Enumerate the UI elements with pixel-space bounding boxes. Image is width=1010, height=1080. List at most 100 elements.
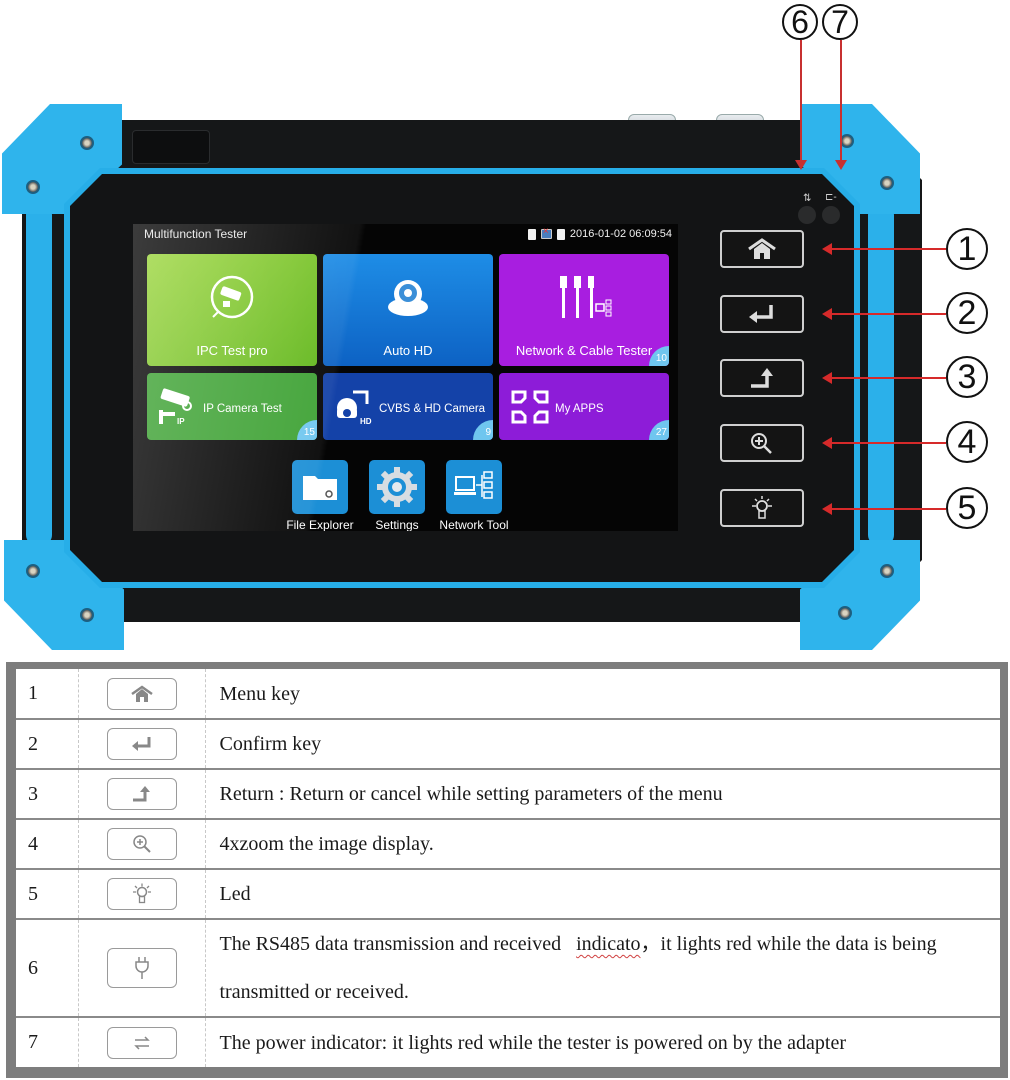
sd-card-icon	[527, 228, 536, 240]
callout-arrow	[822, 243, 946, 255]
rs485-indicator-label: ⇅	[803, 193, 812, 204]
ptz-camera-icon: HD	[337, 390, 372, 426]
table-row: 5 Led	[16, 869, 1000, 920]
callout-5: 5	[946, 487, 988, 529]
light-bulb-icon	[106, 877, 177, 910]
callout-arrow	[795, 40, 807, 170]
rs485-indicator-led	[798, 206, 816, 224]
enter-icon	[749, 305, 773, 323]
power-indicator-led	[822, 206, 840, 224]
row-number: 7	[16, 1017, 79, 1067]
key-table: 1 Menu key 2 Confirm key 3 Return : Retu…	[16, 669, 1000, 1067]
tile-label: IPC Test pro	[196, 343, 268, 358]
tile-label: Network & Cable Tester	[515, 343, 653, 358]
side-grip	[26, 205, 52, 545]
description-text: The RS485 data transmission and received	[219, 933, 562, 955]
return-icon	[106, 778, 177, 810]
tile-ip-camera-test[interactable]: IP IP Camera Test 15	[147, 373, 317, 440]
gear-icon	[369, 460, 425, 514]
table-row: 7 The power indicator: it lights red whi…	[16, 1017, 1000, 1067]
status-datetime: 2016-01-02 06:09:54	[569, 228, 672, 240]
table-row: 6 The RS485 data transmission and receiv…	[16, 919, 1000, 1018]
tile-network-cable-tester[interactable]: Network & Cable Tester 10	[499, 254, 669, 366]
screw	[26, 564, 40, 578]
spellcheck-flagged-word: indicato	[576, 933, 641, 955]
row-description: Menu key	[205, 669, 1000, 720]
callout-6: 6	[782, 4, 818, 40]
row-description: Return : Return or cancel while setting …	[205, 769, 1000, 820]
callout-arrow	[835, 40, 847, 170]
tile-label: IP Camera Test	[203, 403, 282, 415]
tile-badge: 15	[297, 420, 317, 440]
home-icon	[106, 677, 177, 710]
row-description: Confirm key	[205, 719, 1000, 770]
zoom-in-icon	[106, 828, 177, 860]
dome-camera-icon	[388, 280, 428, 316]
tile-ipc-test-pro[interactable]: IPC Test pro	[147, 254, 317, 366]
tile-label: Auto HD	[383, 343, 433, 358]
light-bulb-icon	[752, 496, 772, 519]
row-description: 4xzoom the image display.	[205, 819, 1000, 870]
row-number: 6	[16, 919, 79, 1018]
network-disconnected-icon	[540, 226, 552, 239]
side-grip	[868, 205, 894, 545]
callout-3: 3	[946, 356, 988, 398]
table-row: 3 Return : Return or cancel while settin…	[16, 769, 1000, 820]
network-tool-icon	[446, 460, 502, 514]
tile-auto-hd[interactable]: Auto HD	[323, 254, 493, 366]
device-illustration: Multifunction Tester 2016-01-02 06:09:54…	[0, 0, 1010, 660]
row-description: The RS485 data transmission and received…	[205, 919, 1000, 1018]
screw	[880, 176, 894, 190]
ip-camera-test-icon	[210, 275, 254, 319]
key-table-frame: 1 Menu key 2 Confirm key 3 Return : Retu…	[6, 662, 1008, 1078]
callout-arrow	[822, 503, 946, 515]
row-description: Led	[205, 869, 1000, 920]
power-indicator-label: ⊏-	[825, 192, 837, 203]
dock-label: Settings	[375, 518, 419, 531]
callout-2: 2	[946, 292, 988, 334]
tile-cvbs-hd-camera[interactable]: HD CVBS & HD Camera 9	[323, 373, 493, 440]
svg-text:IP: IP	[177, 417, 185, 426]
screw	[880, 564, 894, 578]
screw	[838, 606, 852, 620]
row-number: 3	[16, 769, 79, 820]
menu-key[interactable]	[720, 230, 804, 268]
zoom-key[interactable]	[720, 424, 804, 462]
row-number: 1	[16, 669, 79, 720]
ip-camera-icon: IP	[159, 388, 192, 426]
network-cable-icon	[560, 276, 612, 318]
device-screen: Multifunction Tester 2016-01-02 06:09:54…	[133, 224, 678, 531]
screw	[80, 136, 94, 150]
confirm-key[interactable]	[720, 295, 804, 333]
callout-4: 4	[946, 421, 988, 463]
dock-label: File Explorer	[286, 518, 354, 531]
callout-arrow	[822, 308, 946, 320]
tile-badge: 27	[649, 420, 669, 440]
callout-1: 1	[946, 228, 988, 270]
table-row: 2 Confirm key	[16, 719, 1000, 770]
screw	[80, 608, 94, 622]
row-description: The power indicator: it lights red while…	[219, 1031, 846, 1054]
tile-badge: 9	[473, 420, 493, 440]
dock-settings[interactable]: Settings	[357, 460, 437, 531]
tile-my-apps[interactable]: My APPS 27	[499, 373, 669, 440]
status-bar: 2016-01-02 06:09:54	[527, 226, 672, 240]
battery-icon	[556, 228, 565, 240]
table-row: 4 4xzoom the image display.	[16, 819, 1000, 870]
dock-file-explorer[interactable]: File Explorer	[280, 460, 360, 531]
home-icon	[748, 238, 776, 259]
zoom-in-icon	[751, 433, 772, 454]
transfer-arrows-icon	[106, 1026, 177, 1059]
callout-7: 7	[822, 4, 858, 40]
tile-label: My APPS	[555, 403, 604, 415]
screw	[840, 134, 854, 148]
folder-icon	[292, 460, 348, 514]
speaker-slot	[132, 130, 210, 164]
dock-network-tool[interactable]: Network Tool	[434, 460, 514, 531]
app-title: Multifunction Tester	[144, 227, 248, 241]
plug-icon	[106, 948, 177, 988]
row-number: 4	[16, 819, 79, 870]
svg-text:HD: HD	[360, 417, 372, 426]
led-key[interactable]	[720, 489, 804, 527]
return-key[interactable]	[720, 359, 804, 397]
